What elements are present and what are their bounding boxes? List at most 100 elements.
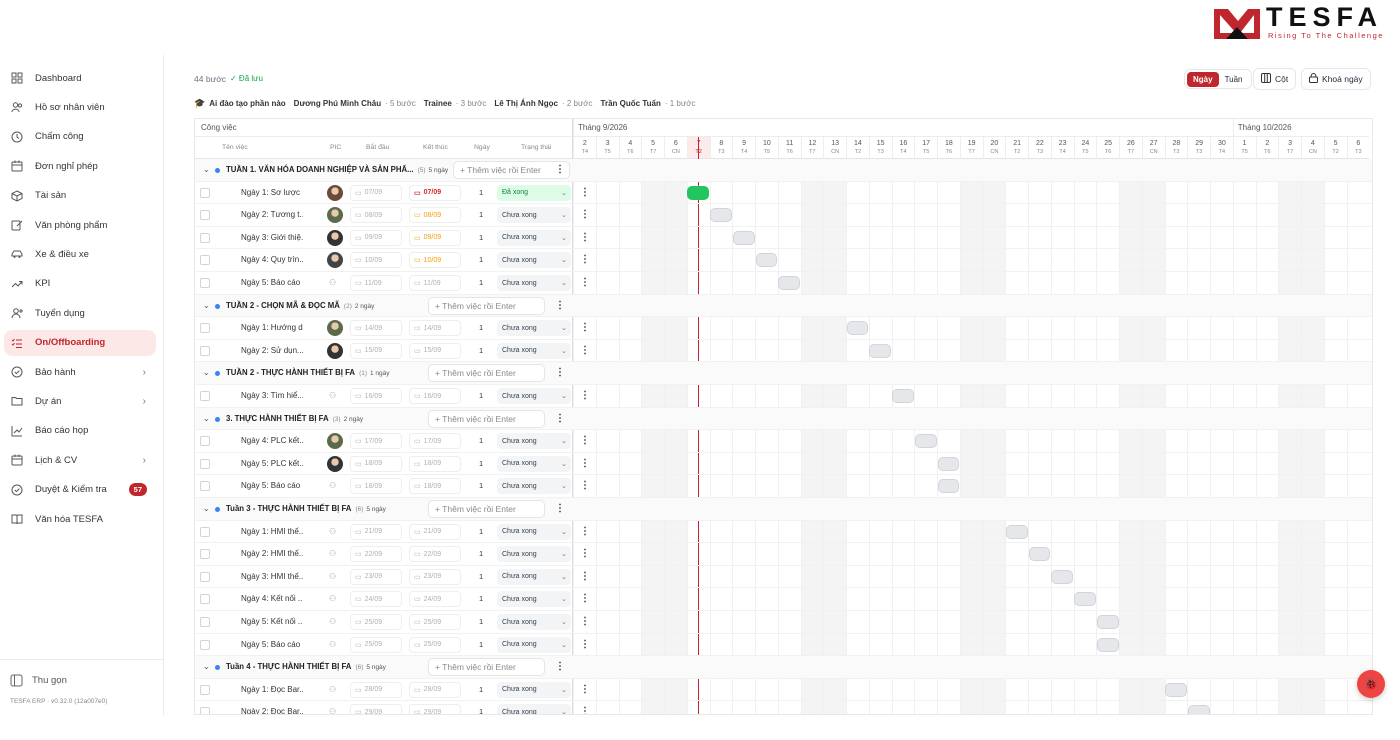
assign-user-icon[interactable]: ⚇ — [329, 391, 336, 400]
more-icon[interactable]: ⋮ — [555, 367, 565, 378]
assign-user-icon[interactable]: ⚇ — [329, 549, 336, 558]
start-date-field[interactable]: ▭ 10/09 — [350, 252, 402, 269]
end-date-field[interactable]: ▭ 17/09 — [409, 433, 461, 450]
chevron-down-icon[interactable]: ⌄ — [203, 504, 210, 513]
status-select[interactable]: Chưa xong ⌄ — [497, 342, 571, 359]
start-date-field[interactable]: ▭ 15/09 — [350, 342, 402, 359]
task-name[interactable]: Ngày 5: Báo cáo — [241, 640, 303, 649]
task-name[interactable]: Ngày 5: PLC kết... — [241, 459, 303, 468]
sidebar-item-bao-cao-hop[interactable]: Báo cáo họp — [4, 418, 156, 444]
task-checkbox[interactable] — [200, 232, 210, 243]
start-date-field[interactable]: ▭ 07/09 — [350, 184, 402, 201]
task-name[interactable]: Ngày 4: Quy trìn... — [241, 255, 303, 264]
task-checkbox[interactable] — [200, 594, 210, 605]
avatar[interactable] — [327, 433, 343, 450]
more-icon[interactable]: ⋮ — [580, 254, 590, 265]
end-date-field[interactable]: ▭ 24/09 — [409, 591, 461, 608]
gantt-bar[interactable] — [778, 276, 800, 290]
more-icon[interactable]: ⋮ — [580, 232, 590, 243]
sidebar-item-tai-san[interactable]: Tài sản — [4, 183, 156, 209]
status-select[interactable]: Chưa xong ⌄ — [497, 207, 571, 224]
start-date-field[interactable]: ▭ 21/09 — [350, 523, 402, 540]
start-date-field[interactable]: ▭ 28/09 — [350, 681, 402, 698]
more-icon[interactable]: ⋮ — [580, 345, 590, 356]
add-task-input[interactable]: + Thêm việc rồi Enter — [428, 500, 545, 518]
collapse-button[interactable]: Thu gọn — [10, 674, 67, 687]
start-date-field[interactable]: ▭ 25/09 — [350, 636, 402, 653]
more-icon[interactable]: ⋮ — [580, 706, 590, 714]
start-date-field[interactable]: ▭ 08/09 — [350, 207, 402, 224]
more-icon[interactable]: ⋮ — [555, 661, 565, 672]
sidebar-item-bao-hanh[interactable]: Bảo hành › — [4, 359, 156, 385]
view-week-button[interactable]: Tuần — [1219, 72, 1249, 87]
status-select[interactable]: Chưa xong ⌄ — [497, 433, 571, 450]
status-select[interactable]: Chưa xong ⌄ — [497, 275, 571, 291]
task-name[interactable]: Ngày 3: HMI thế... — [241, 572, 303, 581]
start-date-field[interactable]: ▭ 09/09 — [350, 229, 402, 246]
start-date-field[interactable]: ▭ 14/09 — [350, 320, 402, 337]
task-checkbox[interactable] — [200, 481, 210, 492]
chevron-down-icon[interactable]: ⌄ — [203, 368, 210, 377]
task-checkbox[interactable] — [200, 617, 210, 627]
task-checkbox[interactable] — [200, 323, 210, 334]
gantt-bar[interactable] — [937, 479, 960, 494]
sidebar-item-duyet-kiem-tra[interactable]: Duyệt & Kiểm tra 57 — [4, 477, 156, 503]
chevron-down-icon[interactable]: ⌄ — [203, 165, 210, 174]
status-select[interactable]: Chưa xong ⌄ — [497, 681, 571, 698]
end-date-field[interactable]: ▭ 11/09 — [409, 275, 461, 291]
sidebar-item-ho-so-nhan-vien[interactable]: Hồ sơ nhân viên — [4, 94, 156, 120]
avatar[interactable] — [327, 252, 343, 269]
gantt-bar[interactable] — [732, 230, 755, 245]
avatar[interactable] — [327, 207, 343, 224]
start-date-field[interactable]: ▭ 24/09 — [350, 591, 402, 608]
start-date-field[interactable]: ▭ 18/09 — [350, 455, 402, 472]
add-task-input[interactable]: + Thêm việc rồi Enter — [428, 364, 545, 383]
more-icon[interactable]: ⋮ — [580, 277, 590, 288]
status-select[interactable]: Chưa xong ⌄ — [497, 320, 571, 337]
status-select[interactable]: Chưa xong ⌄ — [497, 229, 571, 246]
more-icon[interactable]: ⋮ — [580, 187, 590, 198]
add-task-input[interactable]: + Thêm việc rồi Enter — [428, 296, 545, 315]
status-select[interactable]: Chưa xong ⌄ — [497, 591, 571, 608]
task-name[interactable]: Ngày 5: Báo cáo — [241, 481, 303, 490]
more-icon[interactable]: ⋮ — [580, 458, 590, 469]
end-date-field[interactable]: ▭ 25/09 — [409, 636, 461, 653]
end-date-field[interactable]: ▭ 28/09 — [409, 681, 461, 698]
start-date-field[interactable]: ▭ 11/09 — [350, 275, 402, 291]
gantt-bar[interactable] — [755, 253, 778, 268]
end-date-field[interactable]: ▭ 29/09 — [409, 704, 461, 714]
sidebar-item-cham-cong[interactable]: Chấm công — [4, 124, 156, 150]
more-icon[interactable]: ⋮ — [580, 526, 590, 537]
start-date-field[interactable]: ▭ 16/09 — [350, 388, 402, 404]
end-date-field[interactable]: ▭ 08/09 — [409, 207, 461, 224]
task-name[interactable]: Ngày 1: Hướng d... — [241, 323, 303, 332]
more-icon[interactable]: ⋮ — [555, 164, 565, 175]
status-select[interactable]: Chưa xong ⌄ — [497, 568, 571, 585]
task-name[interactable]: Ngày 3: Giới thiệ... — [241, 233, 303, 242]
more-icon[interactable]: ⋮ — [580, 322, 590, 333]
status-select[interactable]: Chưa xong ⌄ — [497, 614, 571, 630]
task-name[interactable]: Ngày 1: HMI thế... — [241, 527, 303, 536]
task-checkbox[interactable] — [200, 458, 210, 469]
task-checkbox[interactable] — [200, 187, 210, 198]
status-select[interactable]: Chưa xong ⌄ — [497, 455, 571, 472]
more-icon[interactable]: ⋮ — [580, 480, 590, 491]
status-select[interactable]: Chưa xong ⌄ — [497, 704, 571, 714]
gantt-bar[interactable] — [892, 389, 914, 403]
chevron-down-icon[interactable]: ⌄ — [203, 301, 210, 310]
avatar[interactable] — [327, 320, 343, 337]
sidebar-item-don-nghi-phep[interactable]: Đơn nghỉ phép — [4, 153, 156, 179]
gantt-bar[interactable] — [1165, 682, 1187, 697]
group-title[interactable]: 3. THỰC HÀNH THIẾT BỊ FA (3) 2 ngày — [226, 414, 363, 423]
sidebar-item-tuyen-dung[interactable]: Tuyển dụng — [4, 300, 156, 326]
group-title[interactable]: Tuần 4 - THỰC HÀNH THIẾT BỊ FA (6) 5 ngày — [226, 662, 386, 671]
gantt-bar[interactable] — [1005, 524, 1028, 539]
end-date-field[interactable]: ▭ 18/09 — [409, 455, 461, 472]
end-date-field[interactable]: ▭ 14/09 — [409, 320, 461, 337]
gantt-bar[interactable] — [846, 321, 869, 336]
gantt-bar[interactable] — [937, 456, 960, 471]
task-name[interactable]: Ngày 1: Đọc Bar... — [241, 685, 303, 694]
start-date-field[interactable]: ▭ 18/09 — [350, 478, 402, 495]
avatar[interactable] — [327, 342, 343, 359]
status-select[interactable]: Đã xong ⌄ — [497, 184, 571, 201]
